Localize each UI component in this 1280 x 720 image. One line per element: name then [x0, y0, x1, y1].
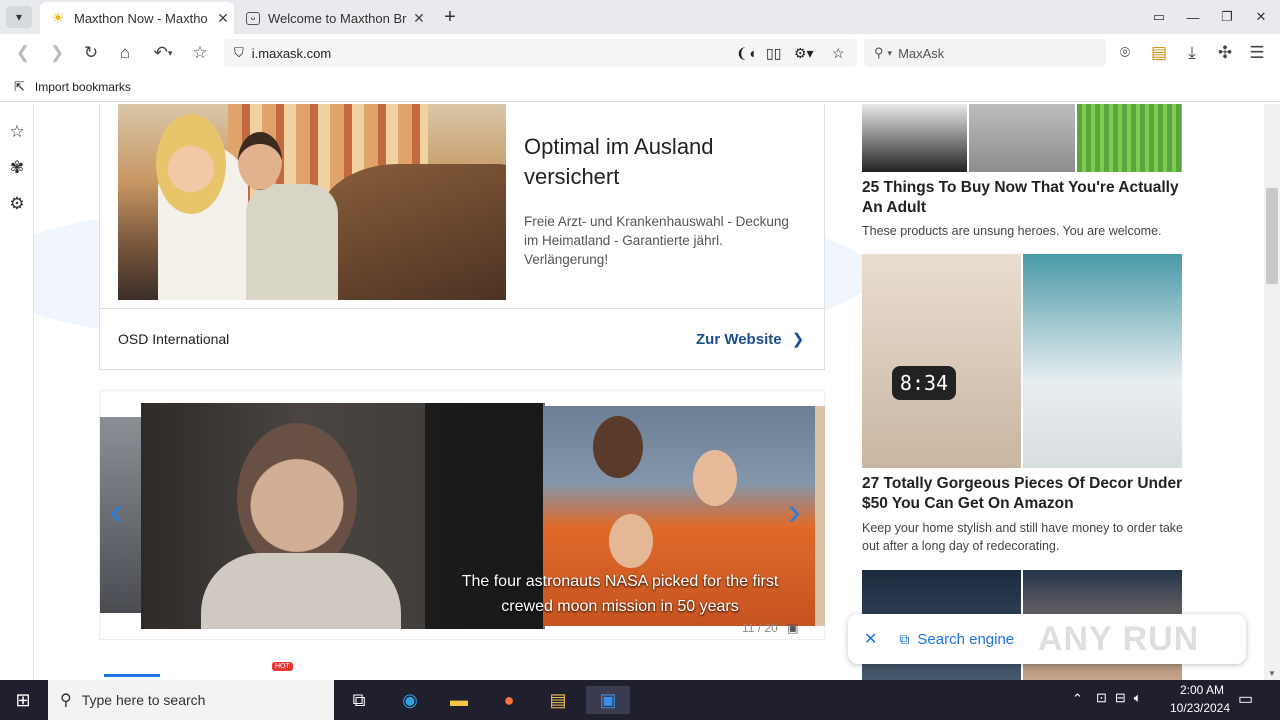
grid-view-icon[interactable]: ▣	[787, 621, 798, 635]
prev-slide-arrow-icon[interactable]: ‹	[110, 491, 123, 534]
sidebar-toggle-icon[interactable]: ▭	[1142, 0, 1176, 34]
chevron-right-icon: ❯	[791, 331, 805, 348]
article-title[interactable]: 25 Things To Buy Now That You're Actuall…	[862, 178, 1184, 218]
scrollbar-thumb[interactable]	[1266, 188, 1278, 284]
notes-app-icon[interactable]: ▤	[543, 686, 573, 714]
url-text: i.maxask.com	[251, 45, 332, 61]
article-image-decor[interactable]: 8:34	[862, 254, 1182, 468]
adblock-icon[interactable]: ⚙▾	[794, 45, 814, 62]
close-icon[interactable]: ✕	[864, 629, 877, 649]
tab-bar: ▾ ☀ Maxthon Now - Maxtho ✕ ᵕ Welcome to …	[0, 0, 1280, 34]
address-bar[interactable]: ⛉ i.maxask.com ❨◖ ▯▯ ⚙▾ ☆	[224, 39, 857, 67]
counter-text: 11 / 20	[742, 621, 778, 635]
close-window-button[interactable]: ✕	[1244, 0, 1278, 34]
notification-icon[interactable]: ▭	[1238, 689, 1253, 709]
ad-image[interactable]	[118, 104, 506, 300]
sidebar-rail: ☆ ✾ ⚙	[0, 104, 34, 680]
search-placeholder: MaxAsk	[898, 45, 945, 61]
taskbar-search-placeholder: Type here to search	[81, 692, 206, 708]
ad-description: Freie Arzt- und Krankenhauswahl - Deckun…	[524, 214, 789, 267]
tab-title: Maxthon Now - Maxtho	[74, 10, 208, 26]
forward-button[interactable]: ❯	[46, 42, 68, 64]
category-tabs-partial	[104, 674, 160, 678]
undo-close-button[interactable]: ↶ ▾	[148, 42, 178, 64]
import-icon: ⇱	[14, 78, 25, 94]
anyrun-watermark: ANY RUN	[1038, 620, 1200, 658]
bookmarks-bar: ⇱ Import bookmarks	[0, 72, 1280, 102]
download-icon[interactable]: ⤓	[1181, 42, 1203, 64]
ad-footer: OSD International Zur Website ❯	[100, 308, 824, 368]
search-engine-popup: ✕ ⧉ Search engine ANY RUN	[848, 614, 1246, 664]
page-content: Optimal im Ausland versichert Freie Arzt…	[34, 104, 1264, 680]
slide-counter: 11 / 20 ▣	[742, 621, 799, 635]
chevron-down-icon: ▾	[15, 10, 23, 24]
photo-slideshow[interactable]: The four astronauts NASA picked for the …	[99, 390, 825, 640]
tray-icons[interactable]: ⊡⊟🔈︎	[1096, 690, 1150, 706]
article-description: These products are unsung heroes. You ar…	[862, 224, 1162, 238]
clock-display: 8:34	[892, 366, 956, 400]
tab-welcome[interactable]: ᵕ Welcome to Maxthon Br ✕	[236, 2, 430, 34]
scroll-down-arrow-icon[interactable]: ▼	[1268, 669, 1276, 678]
slide-caption[interactable]: The four astronauts NASA picked for the …	[440, 569, 800, 619]
tab-maxthon-now[interactable]: ☀ Maxthon Now - Maxtho ✕	[40, 2, 234, 34]
tab-list-dropdown-button[interactable]: ▾	[6, 6, 32, 28]
ad-headline[interactable]: Optimal im Ausland versichert	[524, 132, 784, 192]
settings-gear-icon[interactable]: ⚙	[7, 194, 27, 214]
search-box[interactable]: ⚲ ▾ MaxAsk	[864, 39, 1106, 67]
search-icon: ⚲	[60, 692, 72, 709]
menu-hamburger-icon[interactable]: ☰	[1246, 42, 1268, 64]
windows-start-icon[interactable]: ⊞	[8, 686, 38, 714]
add-favorite-icon[interactable]: ☆	[832, 45, 845, 62]
page-scrollbar[interactable]: ▼	[1264, 104, 1280, 680]
article-description: Keep your home stylish and still have mo…	[862, 521, 1184, 553]
tab-title: Welcome to Maxthon Br	[268, 10, 407, 26]
windows-taskbar: ⊞ ⚲ Type here to search ⧉ ◉ ▬ ● ▤ ▣ ⌃ ⊡⊟…	[0, 680, 1280, 720]
visit-website-link[interactable]: Zur Website ❯	[696, 330, 804, 348]
extensions-puzzle-icon[interactable]: ✣	[1214, 42, 1236, 64]
favorites-star-icon[interactable]: ☆	[7, 122, 27, 142]
minimize-button[interactable]: —	[1176, 0, 1210, 34]
sun-icon: ☀	[51, 10, 65, 27]
search-engine-icon: ⧉	[899, 630, 910, 647]
clock-time[interactable]: 2:00 AM	[1166, 683, 1238, 697]
search-icon: ⚲	[874, 45, 884, 60]
read-aloud-icon[interactable]: ❨◖	[736, 45, 756, 62]
reader-mode-icon[interactable]: ▯▯	[766, 45, 781, 62]
new-tab-button[interactable]: +	[440, 6, 460, 29]
taskbar-search-box[interactable]: ⚲ Type here to search	[48, 680, 334, 720]
article-title[interactable]: 27 Totally Gorgeous Pieces Of Decor Unde…	[862, 474, 1184, 514]
back-button[interactable]: ❮	[12, 42, 34, 64]
task-view-icon[interactable]: ⧉	[344, 686, 374, 714]
restore-button[interactable]: ❐	[1210, 0, 1244, 34]
maxthon-logo-icon[interactable]: ✾	[7, 158, 27, 178]
next-slide-thumb	[815, 406, 825, 626]
close-tab-icon[interactable]: ✕	[212, 10, 234, 27]
bookmark-star-button[interactable]: ☆	[189, 42, 211, 64]
next-slide-arrow-icon[interactable]: ›	[788, 491, 801, 534]
file-explorer-icon[interactable]: ▬	[444, 686, 474, 714]
edge-browser-icon[interactable]: ◉	[395, 686, 425, 714]
article-image-products[interactable]	[862, 104, 1182, 172]
import-bookmarks-link[interactable]: Import bookmarks	[35, 80, 131, 94]
reload-button[interactable]: ↻	[80, 42, 102, 64]
ad-card[interactable]: Optimal im Ausland versichert Freie Arzt…	[99, 104, 825, 370]
maxthon-taskbar-icon[interactable]: ▣	[586, 686, 630, 714]
close-tab-icon[interactable]: ✕	[408, 10, 430, 27]
tray-chevron-icon[interactable]: ⌃	[1072, 691, 1083, 707]
advertiser-name: OSD International	[118, 331, 230, 347]
clock-date[interactable]: 10/23/2024	[1160, 701, 1240, 715]
cta-label: Zur Website	[696, 331, 782, 348]
hot-badge: HOT	[272, 662, 293, 671]
firefox-icon[interactable]: ●	[494, 686, 524, 714]
notes-icon[interactable]: ▤	[1148, 42, 1170, 64]
navigation-bar: ❮ ❯ ↻ ⌂ ↶ ▾ ☆ ⛉ i.maxask.com ❨◖ ▯▯ ⚙▾ ☆ ⚲…	[0, 34, 1280, 72]
screenshot-camera-icon[interactable]: ⌾	[1114, 42, 1136, 64]
shield-icon: ⛉	[234, 45, 244, 60]
home-button[interactable]: ⌂	[114, 42, 136, 64]
maxthon-face-icon: ᵕ	[246, 11, 260, 25]
search-engine-label[interactable]: Search engine	[917, 631, 1014, 648]
